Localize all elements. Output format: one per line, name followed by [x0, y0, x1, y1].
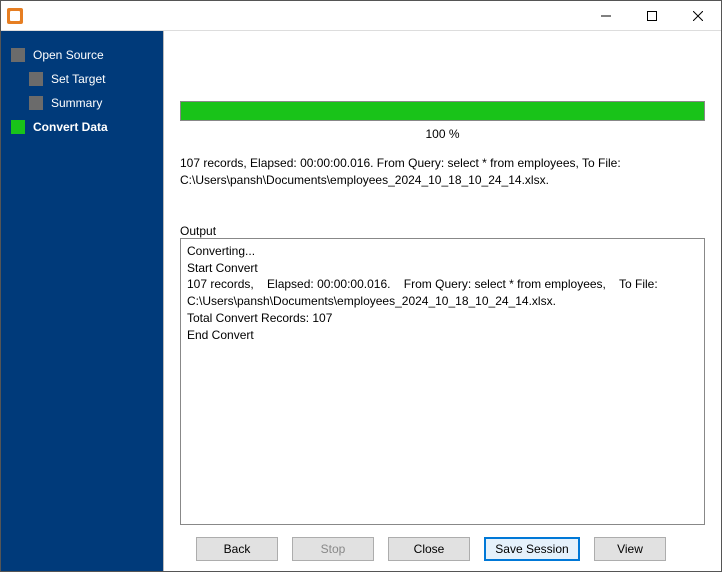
nav-step-icon: [29, 96, 43, 110]
nav-label: Convert Data: [33, 120, 108, 134]
summary-text: 107 records, Elapsed: 00:00:00.016. From…: [180, 155, 705, 190]
sidebar: Open Source Set Target Summary Convert D…: [1, 31, 163, 571]
nav-label: Summary: [51, 96, 102, 110]
nav-step-icon: [29, 72, 43, 86]
view-button[interactable]: View: [594, 537, 666, 561]
output-label: Output: [180, 224, 705, 238]
nav-convert-data[interactable]: Convert Data: [1, 115, 163, 139]
window-controls: [583, 1, 721, 31]
output-textarea[interactable]: Converting... Start Convert 107 records,…: [180, 238, 705, 525]
nav-set-target[interactable]: Set Target: [1, 67, 163, 91]
nav-label: Open Source: [33, 48, 104, 62]
close-action-button[interactable]: Close: [388, 537, 470, 561]
back-button[interactable]: Back: [196, 537, 278, 561]
progress-bar: [180, 101, 705, 121]
nav-label: Set Target: [51, 72, 105, 86]
titlebar[interactable]: [1, 1, 721, 31]
save-session-button[interactable]: Save Session: [484, 537, 580, 561]
button-row: Back Stop Close Save Session View: [180, 537, 705, 561]
stop-button[interactable]: Stop: [292, 537, 374, 561]
close-button[interactable]: [675, 1, 721, 31]
minimize-button[interactable]: [583, 1, 629, 31]
nav-step-icon: [11, 48, 25, 62]
main-panel: 100 % 107 records, Elapsed: 00:00:00.016…: [163, 31, 721, 571]
app-icon: [7, 8, 23, 24]
nav-open-source[interactable]: Open Source: [1, 43, 163, 67]
nav-summary[interactable]: Summary: [1, 91, 163, 115]
maximize-button[interactable]: [629, 1, 675, 31]
nav-step-icon: [11, 120, 25, 134]
progress-percent: 100 %: [180, 127, 705, 141]
